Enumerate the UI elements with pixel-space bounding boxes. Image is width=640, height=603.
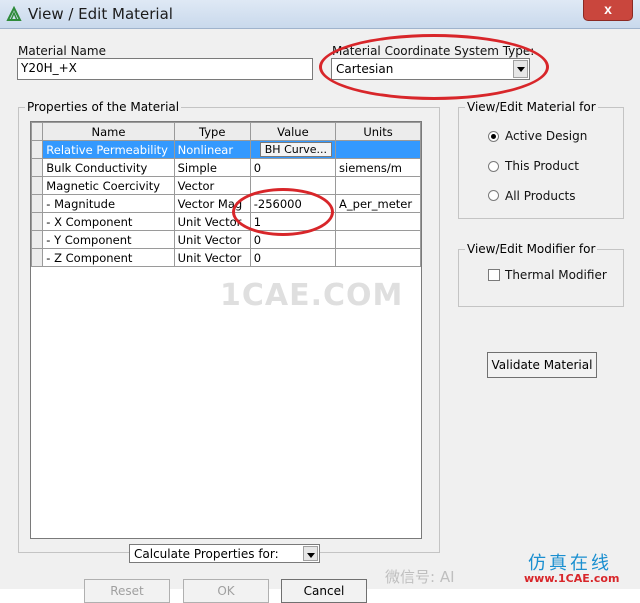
coordinate-system-select[interactable]: Cartesian — [331, 58, 530, 80]
calculate-properties-value: Calculate Properties for: — [134, 547, 279, 561]
property-units-cell[interactable]: siemens/m — [335, 158, 421, 177]
property-type-cell[interactable]: Unit Vector — [173, 212, 251, 231]
thermal-modifier-label[interactable]: Thermal Modifier — [505, 268, 607, 282]
column-header[interactable]: Value — [249, 122, 337, 141]
column-header[interactable]: Units — [335, 122, 421, 141]
property-value-cell[interactable]: -256000 — [249, 194, 337, 213]
chevron-down-icon[interactable] — [303, 546, 318, 561]
property-value-cell[interactable]: BH Curve... — [249, 140, 337, 159]
row-header[interactable] — [31, 230, 44, 249]
ok-button[interactable]: OK — [183, 579, 269, 603]
table-row[interactable]: Magnetic Coercivity Vector — [31, 176, 421, 195]
property-name-cell[interactable]: - Y Component — [42, 230, 175, 249]
property-units-cell[interactable] — [335, 212, 421, 231]
property-type-cell[interactable]: Unit Vector — [173, 248, 251, 267]
app-logo-icon — [6, 5, 22, 22]
property-type-cell[interactable]: Simple — [173, 158, 251, 177]
coordinate-system-value: Cartesian — [336, 62, 394, 76]
chevron-down-icon[interactable] — [513, 60, 528, 78]
row-header[interactable] — [31, 248, 44, 267]
property-units-cell[interactable] — [335, 230, 421, 249]
property-type-cell[interactable]: Nonlinear — [173, 140, 251, 159]
modifier-group-title: View/Edit Modifier for — [465, 242, 598, 256]
table-row[interactable]: Relative Permeability Nonlinear BH Curve… — [31, 140, 421, 159]
calculate-properties-select[interactable]: Calculate Properties for: — [129, 544, 320, 563]
cancel-button[interactable]: Cancel — [281, 579, 367, 603]
property-units-cell[interactable] — [335, 140, 421, 159]
table-row[interactable]: - Magnitude Vector Mag -256000 A_per_met… — [31, 194, 421, 213]
reset-button[interactable]: Reset — [84, 579, 170, 603]
table-row[interactable]: - X Component Unit Vector 1 — [31, 212, 421, 231]
validate-material-button[interactable]: Validate Material — [487, 352, 597, 378]
row-header[interactable] — [31, 158, 44, 177]
property-name-cell[interactable]: - Magnitude — [42, 194, 175, 213]
bh-curve-button[interactable]: BH Curve... — [259, 142, 333, 157]
property-value-cell[interactable]: 1 — [249, 212, 337, 231]
radio-label[interactable]: All Products — [505, 189, 576, 203]
radio-this-product[interactable] — [488, 161, 499, 172]
radio-label[interactable]: Active Design — [505, 129, 587, 143]
property-name-cell[interactable]: Relative Permeability — [42, 140, 175, 159]
properties-grid[interactable]: Name Type Value Units Relative Permeabil… — [30, 121, 422, 539]
property-value-cell[interactable] — [249, 176, 337, 195]
property-units-cell[interactable]: A_per_meter — [335, 194, 421, 213]
coordinate-system-label: Material Coordinate System Type: — [332, 44, 535, 58]
property-name-cell[interactable]: Magnetic Coercivity — [42, 176, 175, 195]
properties-group-title: Properties of the Material — [25, 100, 182, 114]
property-name-cell[interactable]: - X Component — [42, 212, 175, 231]
table-row[interactable]: - Z Component Unit Vector 0 — [31, 248, 421, 267]
brand-url-watermark: www.1CAE.com — [524, 572, 620, 585]
property-value-cell[interactable]: 0 — [249, 158, 337, 177]
thermal-modifier-checkbox[interactable] — [488, 269, 500, 281]
column-header[interactable]: Name — [42, 122, 175, 141]
material-name-label: Material Name — [18, 44, 106, 58]
column-header[interactable]: Type — [173, 122, 251, 141]
row-header-corner — [31, 122, 44, 141]
title-bar: View / Edit Material x — [0, 0, 640, 29]
property-units-cell[interactable] — [335, 176, 421, 195]
property-type-cell[interactable]: Vector — [173, 176, 251, 195]
window-title: View / Edit Material — [28, 5, 173, 23]
row-header[interactable] — [31, 212, 44, 231]
table-row[interactable]: - Y Component Unit Vector 0 — [31, 230, 421, 249]
material-name-input[interactable]: Y20H_+X — [17, 58, 313, 80]
radio-label[interactable]: This Product — [505, 159, 579, 173]
radio-active-design[interactable] — [488, 131, 499, 142]
property-value-cell[interactable]: 0 — [249, 248, 337, 267]
table-header-row: Name Type Value Units — [31, 122, 421, 141]
row-header[interactable] — [31, 194, 44, 213]
row-header[interactable] — [31, 140, 44, 159]
property-type-cell[interactable]: Unit Vector — [173, 230, 251, 249]
property-value-cell[interactable]: 0 — [249, 230, 337, 249]
radio-all-products[interactable] — [488, 190, 499, 201]
close-button[interactable]: x — [583, 0, 633, 21]
property-units-cell[interactable] — [335, 248, 421, 267]
properties-table: Name Type Value Units Relative Permeabil… — [31, 122, 421, 267]
row-header[interactable] — [31, 176, 44, 195]
property-name-cell[interactable]: Bulk Conductivity — [42, 158, 175, 177]
property-name-cell[interactable]: - Z Component — [42, 248, 175, 267]
edit-for-group-title: View/Edit Material for — [465, 100, 598, 114]
property-type-cell[interactable]: Vector Mag — [173, 194, 251, 213]
table-row[interactable]: Bulk Conductivity Simple 0 siemens/m — [31, 158, 421, 177]
wechat-watermark: 微信号: AI — [385, 568, 455, 586]
watermark-center: 1CAE.COM — [220, 278, 404, 313]
